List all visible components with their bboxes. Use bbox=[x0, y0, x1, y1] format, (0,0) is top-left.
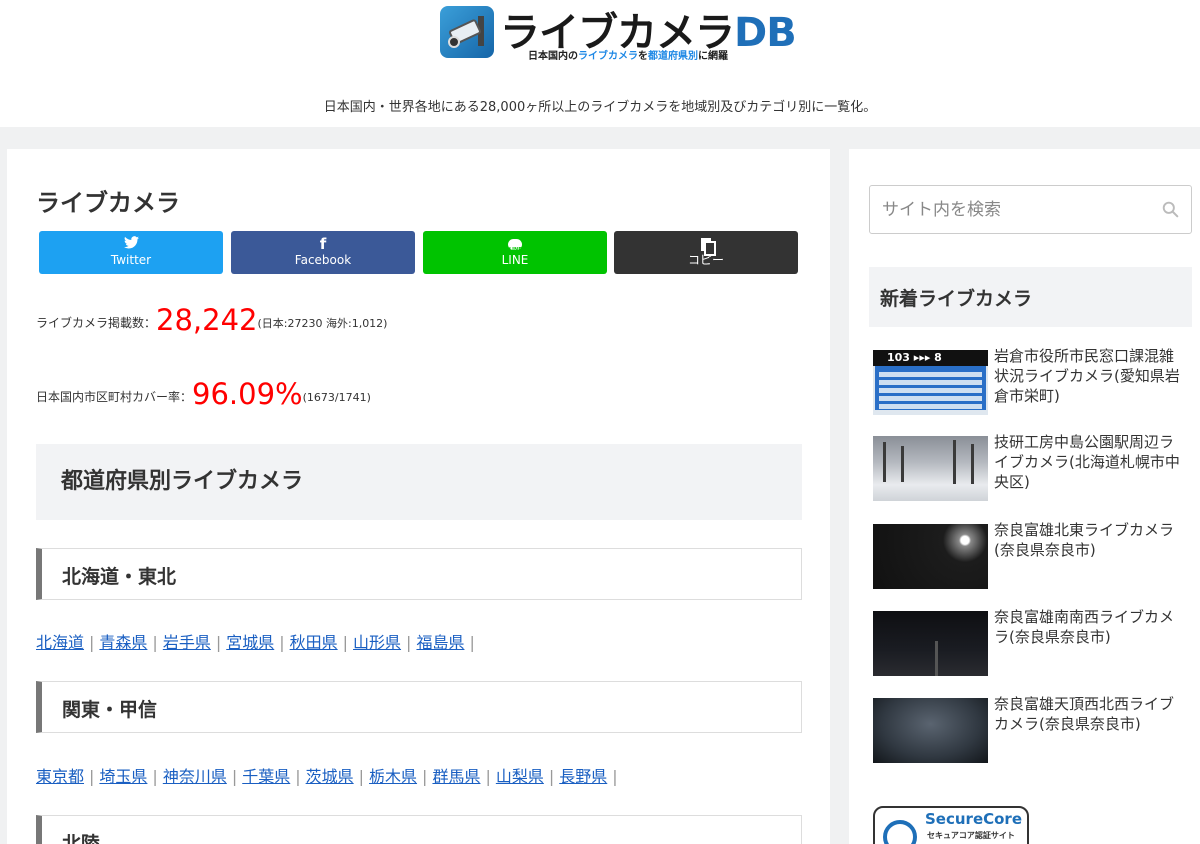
prefecture-links-hokkaido-tohoku: 北海道 | 青森県 | 岩手県 | 宮城県 | 秋田県 | 山形県 | 福島県 | bbox=[36, 633, 475, 652]
search-box bbox=[869, 185, 1192, 234]
prefecture-link[interactable]: 宮城県 bbox=[226, 633, 274, 652]
section-heading: 都道府県別ライブカメラ bbox=[36, 444, 802, 520]
prefecture-link[interactable]: 千葉県 bbox=[242, 767, 290, 786]
prefecture-link[interactable]: 栃木県 bbox=[369, 767, 417, 786]
site-logo[interactable]: ライブカメラDB 日本国内のライブカメラを都道府県別に網羅 bbox=[440, 6, 797, 62]
copy-link-button[interactable]: コピー bbox=[614, 231, 798, 274]
page-title: ライブカメラ bbox=[36, 189, 180, 217]
camera-title[interactable]: 奈良富雄天頂西北西ライブカメラ(奈良県奈良市) bbox=[994, 694, 1184, 734]
camera-title[interactable]: 岩倉市役所市民窓口課混雑状況ライブカメラ(愛知県岩倉市栄町) bbox=[994, 346, 1184, 406]
logo-subtitle: 日本国内のライブカメラを都道府県別に網羅 bbox=[528, 51, 728, 62]
share-twitter-button[interactable]: Twitter bbox=[39, 231, 223, 274]
main-content: ライブカメラ Twitter f Facebook LINE コピー ライブカメ… bbox=[7, 149, 830, 844]
share-facebook-button[interactable]: f Facebook bbox=[231, 231, 415, 274]
prefecture-link[interactable]: 岩手県 bbox=[163, 633, 211, 652]
prefecture-link[interactable]: 東京都 bbox=[36, 767, 84, 786]
new-camera-item[interactable]: 技研工房中島公園駅周辺ライブカメラ(北海道札幌市中央区) bbox=[873, 433, 1193, 506]
prefecture-link[interactable]: 北海道 bbox=[36, 633, 84, 652]
camera-thumbnail bbox=[873, 611, 988, 676]
region-heading-hokkaido-tohoku: 北海道・東北 bbox=[36, 548, 802, 600]
site-header: ライブカメラDB 日本国内のライブカメラを都道府県別に網羅 日本国内・世界各地に… bbox=[0, 0, 1200, 127]
region-heading-hokuriku: 北陸 bbox=[36, 815, 802, 844]
prefecture-links-kanto-koshin: 東京都 | 埼玉県 | 神奈川県 | 千葉県 | 茨城県 | 栃木県 | 群馬県 | 山梨県 | 長野県 | bbox=[36, 767, 618, 786]
prefecture-link[interactable]: 秋田県 bbox=[290, 633, 338, 652]
coverage-value: 96.09% bbox=[192, 377, 303, 411]
sidebar: 新着ライブカメラ 103 ▸▸▸ 8 岩倉市役所市民窓口課混雑状況ライブカメラ(… bbox=[849, 149, 1200, 844]
new-cameras-heading: 新着ライブカメラ bbox=[869, 267, 1192, 327]
camera-thumbnail bbox=[873, 436, 988, 501]
twitter-icon bbox=[39, 235, 223, 253]
prefecture-link[interactable]: 埼玉県 bbox=[99, 767, 147, 786]
camera-logo-icon bbox=[440, 6, 494, 58]
camera-title[interactable]: 奈良富雄南南西ライブカメラ(奈良県奈良市) bbox=[994, 607, 1184, 647]
camera-thumbnail bbox=[873, 698, 988, 763]
line-icon bbox=[423, 235, 607, 259]
share-buttons: Twitter f Facebook LINE コピー bbox=[39, 231, 799, 274]
camera-title[interactable]: 技研工房中島公園駅周辺ライブカメラ(北海道札幌市中央区) bbox=[994, 432, 1184, 492]
securecore-logo-icon bbox=[883, 820, 917, 844]
coverage-stat: 日本国内市区町村カバー率：96.09%(1673/1741) bbox=[36, 377, 371, 411]
camera-thumbnail: 103 ▸▸▸ 8 bbox=[873, 350, 988, 415]
share-line-button[interactable]: LINE bbox=[423, 231, 607, 274]
new-camera-item[interactable]: 奈良富雄北東ライブカメラ(奈良県奈良市) bbox=[873, 521, 1193, 594]
region-heading-kanto-koshin: 関東・甲信 bbox=[36, 681, 802, 733]
prefecture-link[interactable]: 山梨県 bbox=[496, 767, 544, 786]
securecore-badge[interactable]: SecureCore セキュアコア認証サイト bbox=[873, 806, 1029, 844]
new-camera-item[interactable]: 奈良富雄天頂西北西ライブカメラ(奈良県奈良市) bbox=[873, 695, 1193, 768]
new-camera-item[interactable]: 奈良富雄南南西ライブカメラ(奈良県奈良市) bbox=[873, 608, 1193, 681]
prefecture-link[interactable]: 山形県 bbox=[353, 633, 401, 652]
site-tagline: 日本国内・世界各地にある28,000ヶ所以上のライブカメラを地域別及びカテゴリ別… bbox=[323, 100, 877, 115]
search-input[interactable] bbox=[870, 186, 1150, 233]
camera-count-value: 28,242 bbox=[156, 303, 258, 337]
prefecture-link[interactable]: 神奈川県 bbox=[163, 767, 227, 786]
new-camera-item[interactable]: 103 ▸▸▸ 8 岩倉市役所市民窓口課混雑状況ライブカメラ(愛知県岩倉市栄町) bbox=[873, 347, 1193, 420]
camera-thumbnail bbox=[873, 524, 988, 589]
prefecture-link[interactable]: 福島県 bbox=[416, 633, 464, 652]
camera-title[interactable]: 奈良富雄北東ライブカメラ(奈良県奈良市) bbox=[994, 520, 1184, 560]
search-icon[interactable] bbox=[1162, 201, 1179, 218]
facebook-icon: f bbox=[319, 235, 327, 253]
prefecture-link[interactable]: 青森県 bbox=[99, 633, 147, 652]
prefecture-link[interactable]: 茨城県 bbox=[306, 767, 354, 786]
prefecture-link[interactable]: 群馬県 bbox=[432, 767, 480, 786]
camera-count-stat: ライブカメラ掲載数：28,242(日本:27230 海外:1,012) bbox=[36, 303, 388, 337]
copy-icon bbox=[614, 235, 798, 256]
prefecture-link[interactable]: 長野県 bbox=[559, 767, 607, 786]
